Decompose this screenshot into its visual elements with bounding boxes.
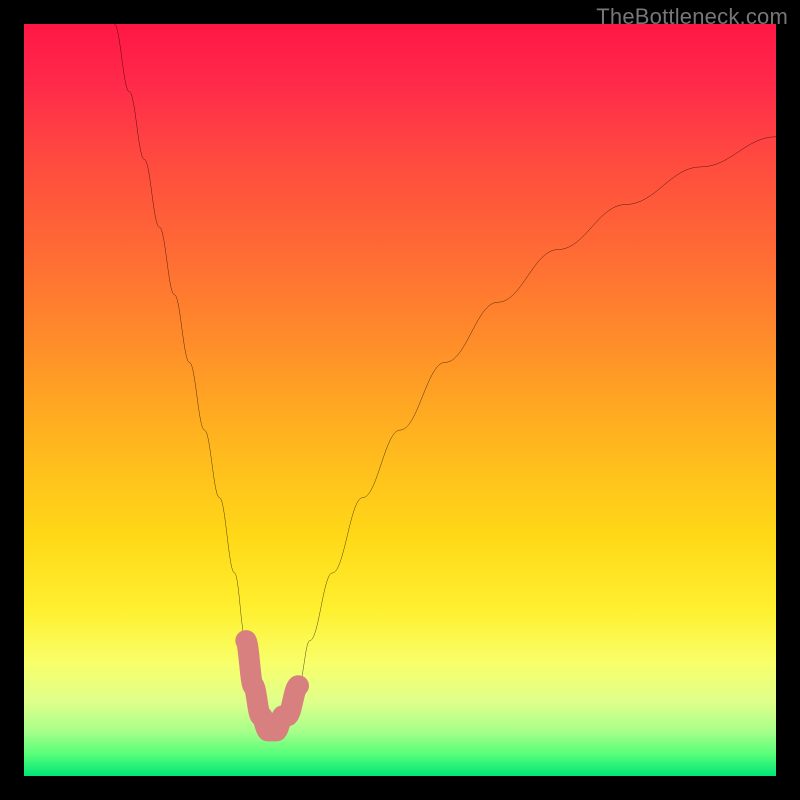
curve-layer <box>24 24 776 776</box>
plot-area <box>24 24 776 776</box>
chart-frame: TheBottleneck.com <box>0 0 800 800</box>
watermark-text: TheBottleneck.com <box>596 4 788 30</box>
curve-left <box>114 24 261 716</box>
curve-right <box>287 137 776 716</box>
valley-marker <box>246 641 299 731</box>
